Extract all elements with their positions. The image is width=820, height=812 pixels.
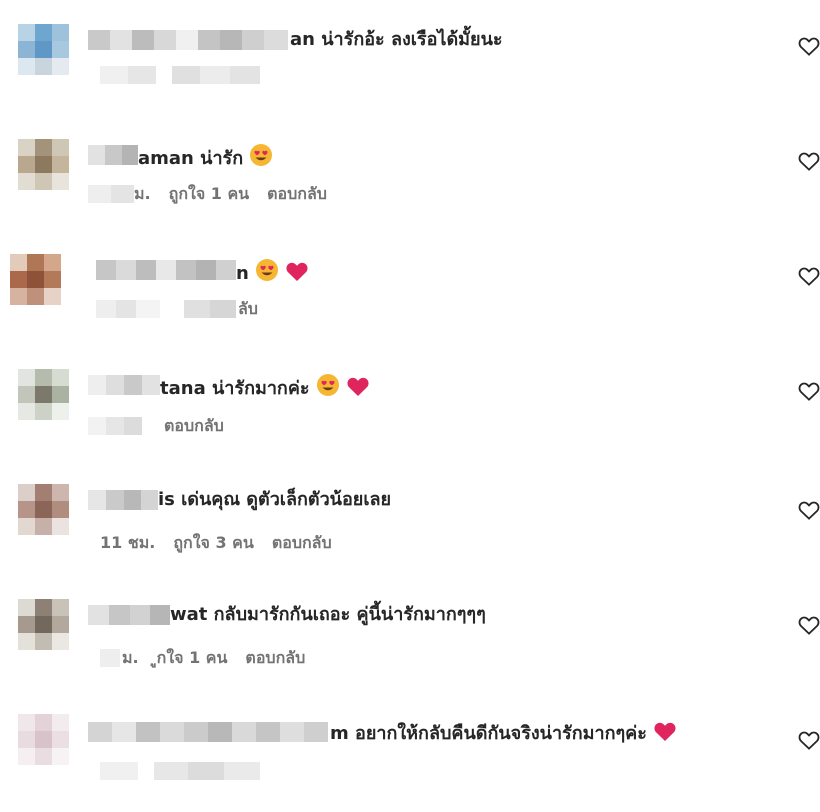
comment-body: น่ารักอ้ะ ลงเรือได้มั้ยนะ	[314, 29, 503, 50]
meta-redacted	[100, 649, 120, 667]
like-heart-icon[interactable]	[798, 36, 820, 56]
username-redacted[interactable]	[88, 605, 170, 625]
username-redacted[interactable]	[88, 145, 138, 165]
avatar[interactable]	[0, 700, 70, 774]
comment: wat กลับมารักกันเถอะ คู่นี้น่ารักมากๆๆๆ …	[0, 575, 820, 685]
avatar[interactable]	[0, 585, 70, 659]
like-heart-icon[interactable]	[798, 266, 820, 286]
meta-redacted	[88, 417, 142, 435]
comment-meta: ม.ูกใจ 1 คน ตอบกลับ	[122, 647, 323, 669]
likes-count[interactable]: ูกใจ 1 คน	[157, 648, 228, 667]
username-redacted[interactable]	[88, 490, 158, 510]
heart-eyes-emoji	[249, 143, 273, 174]
comment-meta: ลับ	[238, 298, 276, 320]
comment-body: น่ารักมากค่ะ	[205, 378, 310, 399]
heart-emoji	[653, 720, 677, 749]
username-visible[interactable]: an	[290, 29, 315, 50]
username-visible[interactable]: m	[330, 723, 349, 744]
reply-button[interactable]: ลับ	[238, 299, 258, 318]
like-heart-icon[interactable]	[798, 151, 820, 171]
comment-body: อยากให้กลับคืนดีกันจริงน่ารักมากๆค่ะ	[348, 723, 647, 744]
comment-body: น่ารัก	[193, 148, 244, 169]
meta-redacted	[100, 762, 260, 780]
meta-redacted	[96, 300, 236, 318]
comment-body: กลับมารักกันเถอะ คู่นี้น่ารักมากๆๆๆ	[207, 604, 486, 625]
username-visible[interactable]: n	[236, 263, 249, 284]
comment-body: เด่นคุณ ดูตัวเล็กตัวน้อยเลย	[174, 489, 392, 510]
heart-eyes-emoji	[255, 258, 279, 289]
comment: m อยากให้กลับคืนดีกันจริงน่ารักมากๆค่ะ	[0, 690, 820, 800]
comment-time: ม.	[122, 648, 139, 667]
comment: n ลับ	[0, 230, 820, 340]
avatar[interactable]	[0, 125, 70, 199]
username-visible[interactable]: tana	[160, 378, 206, 399]
comment-text: m อยากให้กลับคืนดีกันจริงน่ารักมากๆค่ะ	[330, 720, 677, 749]
avatar[interactable]	[0, 240, 70, 314]
meta-redacted	[88, 185, 134, 203]
comment-time: ม.	[134, 184, 151, 203]
likes-count[interactable]: ถูกใจ 1 คน	[169, 184, 249, 203]
like-heart-icon[interactable]	[798, 381, 820, 401]
comment-meta: ม. ถูกใจ 1 คน ตอบกลับ	[134, 183, 345, 205]
username-redacted[interactable]	[88, 30, 288, 50]
heart-emoji	[285, 260, 309, 289]
username-visible[interactable]: aman	[138, 148, 194, 169]
like-heart-icon[interactable]	[798, 615, 820, 635]
comment-time: 11 ชม.	[100, 533, 156, 552]
username-redacted[interactable]	[88, 375, 160, 395]
comment: an น่ารักอ้ะ ลงเรือได้มั้ยนะ	[0, 0, 820, 110]
reply-button[interactable]: ตอบกลับ	[272, 533, 332, 552]
comment-text: aman น่ารัก	[138, 143, 273, 174]
comment-meta: ตอบกลับ	[164, 415, 242, 437]
username-redacted[interactable]	[96, 260, 236, 280]
comment: is เด่นคุณ ดูตัวเล็กตัวน้อยเลย 11 ชม. ถูก…	[0, 460, 820, 570]
avatar[interactable]	[0, 355, 70, 429]
comment: tana น่ารักมากค่ะ ตอบกลับ	[0, 345, 820, 455]
comment-text: wat กลับมารักกันเถอะ คู่นี้น่ารักมากๆๆๆ	[170, 603, 486, 627]
comment-meta: 11 ชม. ถูกใจ 3 คน ตอบกลับ	[100, 532, 350, 554]
comment-text: an น่ารักอ้ะ ลงเรือได้มั้ยนะ	[290, 28, 503, 52]
reply-button[interactable]: ตอบกลับ	[164, 416, 224, 435]
heart-eyes-emoji	[316, 373, 340, 404]
like-heart-icon[interactable]	[798, 500, 820, 520]
likes-count[interactable]: ถูกใจ 3 คน	[173, 533, 253, 552]
reply-button[interactable]: ตอบกลับ	[267, 184, 327, 203]
comment-text: tana น่ารักมากค่ะ	[160, 373, 370, 404]
comment: aman น่ารัก ม. ถูกใจ 1 คน ตอบกลับ	[0, 115, 820, 225]
like-heart-icon[interactable]	[798, 730, 820, 750]
comment-text: n	[236, 258, 309, 289]
avatar[interactable]	[0, 470, 70, 544]
comment-text: is เด่นคุณ ดูตัวเล็กตัวน้อยเลย	[158, 488, 391, 512]
username-redacted[interactable]	[88, 722, 328, 742]
meta-redacted	[100, 66, 260, 84]
avatar[interactable]	[0, 10, 70, 84]
heart-emoji	[346, 375, 370, 404]
reply-button[interactable]: ตอบกลับ	[245, 648, 305, 667]
username-visible[interactable]: wat	[170, 604, 207, 625]
username-visible[interactable]: is	[158, 489, 175, 510]
